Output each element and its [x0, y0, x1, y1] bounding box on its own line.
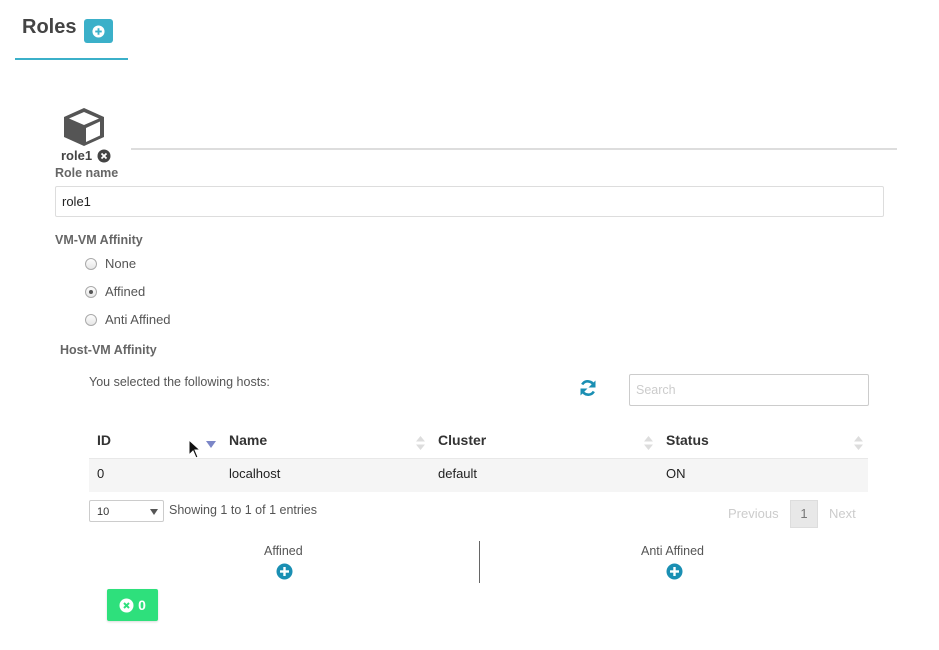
- plus-circle-icon: [276, 563, 293, 580]
- cell-status: ON: [666, 466, 686, 481]
- radio-anti-affined[interactable]: Anti Affined: [85, 312, 171, 327]
- pagination-next[interactable]: Next: [829, 506, 856, 521]
- hosts-table: ID Name Cluster Status 0 localhost defau…: [89, 424, 868, 492]
- refresh-icon: [580, 380, 596, 396]
- pagination-page[interactable]: 1: [790, 500, 818, 528]
- radio-label: Anti Affined: [105, 312, 171, 327]
- radio-affined[interactable]: Affined: [85, 284, 145, 299]
- close-circle-icon: [119, 598, 134, 612]
- sort-icon[interactable]: [854, 436, 863, 450]
- cell-name: localhost: [229, 466, 281, 481]
- column-header-name[interactable]: Name: [229, 432, 267, 448]
- radio-button[interactable]: [85, 257, 97, 270]
- role-tab-label: role1: [61, 148, 93, 163]
- radio-button[interactable]: [85, 313, 97, 326]
- refresh-button[interactable]: [578, 378, 598, 403]
- plus-circle-icon: [92, 24, 105, 38]
- radio-label: None: [105, 256, 137, 271]
- entries-info: Showing 1 to 1 of 1 entries: [169, 503, 318, 517]
- search-input[interactable]: Search: [629, 374, 869, 406]
- page-title: Roles: [22, 16, 77, 38]
- sort-icon[interactable]: [416, 436, 425, 450]
- radio-button[interactable]: [85, 285, 97, 298]
- affinity-divider: [479, 541, 480, 583]
- column-header-status[interactable]: Status: [666, 432, 709, 448]
- close-circle-icon: [97, 149, 111, 163]
- chevron-down-icon: [150, 509, 158, 515]
- add-role-button[interactable]: [84, 19, 113, 43]
- cube-icon: [64, 108, 104, 146]
- role-name-input[interactable]: role1: [55, 186, 884, 217]
- mouse-cursor-icon: [188, 439, 202, 459]
- radio-none[interactable]: None: [85, 256, 136, 271]
- role-tab[interactable]: [62, 106, 106, 153]
- cell-id: 0: [97, 466, 105, 481]
- tab-divider: [131, 148, 897, 150]
- anti-affined-label: Anti Affined: [641, 544, 705, 558]
- plus-circle-icon: [666, 563, 683, 580]
- role-name-label: Role name: [55, 166, 119, 180]
- table-row[interactable]: 0 localhost default ON: [89, 459, 868, 492]
- host-affinity-label: Host-VM Affinity: [60, 343, 157, 357]
- vm-affinity-label: VM-VM Affinity: [55, 233, 143, 247]
- column-header-cluster[interactable]: Cluster: [438, 432, 486, 448]
- page-header: Roles: [15, 0, 128, 60]
- add-anti-affined-button[interactable]: [666, 563, 683, 585]
- sort-icon[interactable]: [644, 436, 653, 450]
- selected-count-button[interactable]: 0: [107, 589, 158, 621]
- sort-desc-icon[interactable]: [206, 441, 216, 449]
- cell-cluster: default: [438, 466, 478, 481]
- radio-label: Affined: [105, 284, 146, 299]
- hosts-intro-text: You selected the following hosts:: [89, 375, 270, 389]
- page-size-value: 10: [97, 506, 110, 518]
- affined-label: Affined: [264, 544, 303, 558]
- selected-count: 0: [138, 597, 146, 613]
- pagination-previous[interactable]: Previous: [728, 506, 779, 521]
- add-affined-button[interactable]: [276, 563, 293, 585]
- table-header: ID Name Cluster Status: [89, 424, 868, 459]
- page-size-select[interactable]: 10: [89, 500, 164, 522]
- column-header-id[interactable]: ID: [97, 432, 111, 448]
